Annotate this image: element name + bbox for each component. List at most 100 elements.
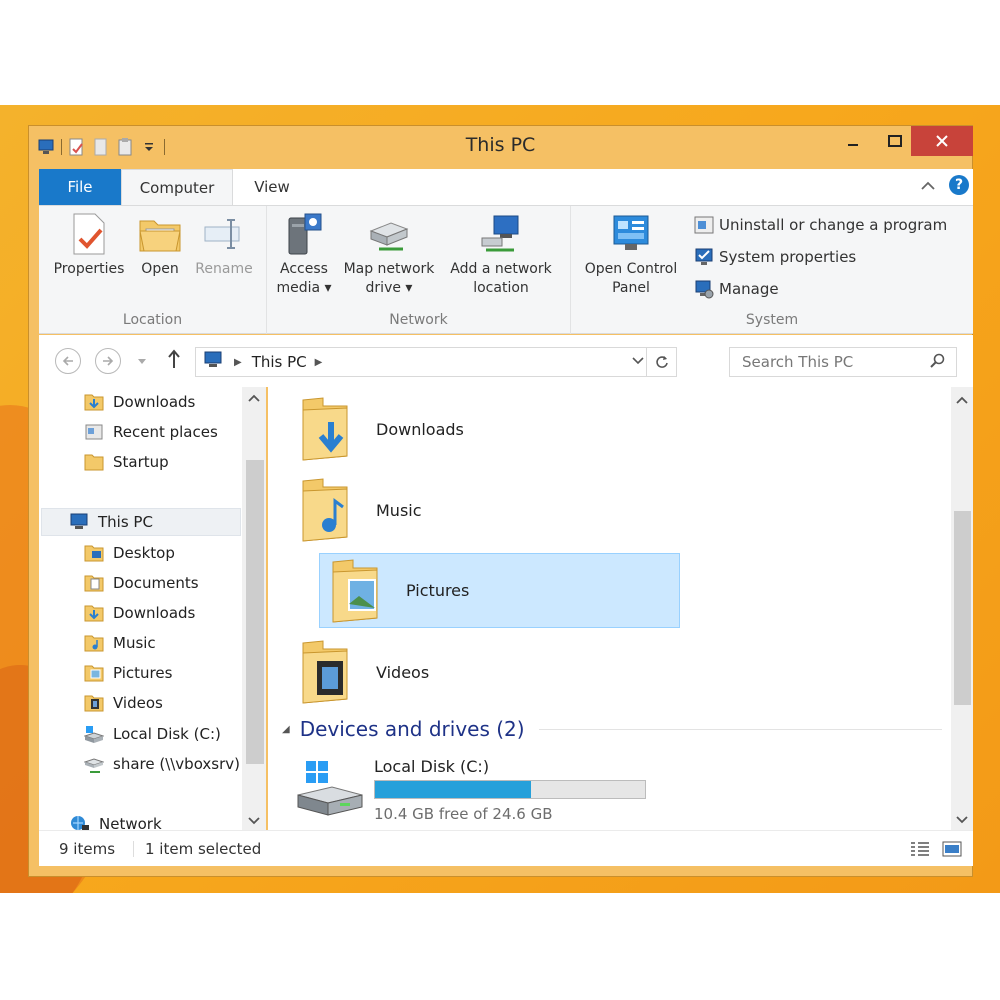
breadcrumb-this-pc[interactable]: This PC (252, 353, 307, 371)
properties-button[interactable]: Properties (49, 212, 129, 279)
nav-item-local-disk[interactable]: Local Disk (C:) (83, 720, 221, 748)
ribbon-controls: ? (921, 175, 969, 195)
properties-label: Properties (53, 261, 125, 277)
nav-item-startup[interactable]: Startup (83, 448, 169, 476)
nav-item-label: Downloads (113, 393, 196, 411)
folder-label: Music (376, 500, 422, 520)
close-button[interactable] (911, 126, 973, 156)
map-network-drive-button[interactable]: Map network drive ▾ (339, 212, 439, 298)
forward-arrow-icon (103, 356, 114, 366)
hard-drive-icon (294, 759, 366, 819)
system-properties-label: System properties (719, 248, 857, 266)
collapse-ribbon-icon[interactable] (921, 176, 935, 195)
up-button[interactable] (167, 349, 181, 373)
address-box[interactable]: ▶ This PC ▶ (195, 347, 677, 377)
nav-item-label: Recent places (113, 423, 218, 441)
nav-item-recent-places[interactable]: Recent places (83, 418, 218, 446)
nav-item-downloads-pc[interactable]: Downloads (83, 599, 195, 627)
ribbon-group-location: Properties Open Rename Location (39, 206, 267, 334)
downloads-folder-icon (83, 602, 105, 624)
content-pane: Downloads Music Pictures Videos ◢ Device… (268, 387, 973, 830)
search-input[interactable] (742, 353, 922, 371)
nav-item-videos[interactable]: Videos (83, 689, 163, 717)
minimize-button[interactable] (833, 126, 873, 156)
group-label-system: System (745, 312, 799, 328)
navigation-pane: Downloads Recent places Startup This PC … (39, 387, 266, 830)
computer-icon (68, 511, 90, 533)
tab-view[interactable]: View (235, 169, 309, 205)
content-scrollbar[interactable] (951, 387, 973, 830)
address-toolbar: ▶ This PC ▶ (39, 335, 973, 387)
details-view-icon[interactable] (909, 839, 931, 859)
access-media-button[interactable]: Access media ▾ (273, 212, 335, 298)
scrollbar-thumb[interactable] (246, 460, 264, 764)
nav-item-this-pc[interactable]: This PC (41, 508, 241, 536)
recent-locations-dropdown[interactable] (137, 351, 147, 370)
control-panel-label-2: Panel (612, 280, 650, 296)
system-properties-button[interactable]: System properties (693, 246, 856, 268)
open-button[interactable]: Open (131, 212, 189, 279)
large-icons-view-icon[interactable] (941, 839, 963, 859)
nav-item-label: Downloads (113, 604, 196, 622)
manage-label: Manage (719, 280, 779, 298)
ribbon-group-system: Open Control Panel Uninstall or change a… (571, 206, 973, 334)
nav-item-label: Local Disk (C:) (113, 725, 221, 743)
nav-item-documents[interactable]: Documents (83, 569, 199, 597)
map-network-drive-label-1: Map network (343, 261, 435, 277)
tab-file[interactable]: File (39, 169, 121, 205)
tab-computer[interactable]: Computer (121, 169, 233, 205)
scroll-up-icon[interactable] (248, 391, 260, 405)
recent-places-icon (83, 421, 105, 443)
nav-item-music[interactable]: Music (83, 629, 156, 657)
forward-button[interactable] (95, 348, 121, 374)
maximize-button[interactable] (875, 126, 915, 156)
refresh-button[interactable] (646, 348, 676, 376)
maximize-icon (888, 135, 902, 147)
control-panel-icon (609, 212, 653, 256)
rename-button[interactable]: Rename (191, 212, 257, 279)
folder-item-videos[interactable]: Videos (290, 634, 650, 710)
status-item-count: 9 items (59, 840, 116, 858)
nav-item-pictures[interactable]: Pictures (83, 659, 172, 687)
navigation-scrollbar[interactable] (242, 387, 266, 830)
close-icon (936, 135, 948, 147)
folder-label: Pictures (406, 581, 470, 600)
nav-item-label: This PC (98, 513, 153, 531)
folder-item-music[interactable]: Music (290, 472, 650, 548)
scroll-up-icon[interactable] (956, 393, 968, 407)
nav-item-desktop[interactable]: Desktop (83, 539, 175, 567)
group-label-location: Location (122, 312, 183, 328)
drive-usage-fill (375, 781, 531, 798)
nav-item-network[interactable]: Network (69, 810, 162, 830)
devices-section-header[interactable]: ◢ Devices and drives (2) (282, 714, 942, 744)
nav-item-downloads[interactable]: Downloads (83, 388, 195, 416)
folder-item-pictures[interactable]: Pictures (319, 553, 680, 628)
network-location-icon (479, 212, 523, 256)
scroll-down-icon[interactable] (248, 814, 260, 828)
drive-item-local-disk[interactable]: Local Disk (C:) 10.4 GB free of 24.6 GB (290, 753, 690, 823)
breadcrumb-separator-icon[interactable]: ▶ (234, 357, 242, 368)
network-drive-icon (367, 212, 411, 256)
uninstall-program-button[interactable]: Uninstall or change a program (693, 214, 947, 236)
ribbon-group-network: Access media ▾ Map network drive ▾ Add a… (267, 206, 571, 334)
help-icon[interactable]: ? (949, 175, 969, 195)
title-bar[interactable]: This PC (29, 126, 973, 168)
videos-folder-icon (294, 637, 358, 707)
drive-free-space: 10.4 GB free of 24.6 GB (374, 805, 553, 823)
address-dropdown[interactable] (632, 354, 644, 368)
uninstall-label: Uninstall or change a program (719, 216, 948, 234)
scrollbar-thumb[interactable] (954, 511, 971, 705)
search-box[interactable] (729, 347, 957, 377)
status-bar: 9 items 1 item selected (39, 830, 973, 866)
search-icon[interactable] (930, 353, 946, 373)
group-label-network: Network (389, 312, 448, 328)
add-network-location-button[interactable]: Add a network location (443, 212, 559, 298)
breadcrumb-separator-icon[interactable]: ▶ (315, 357, 323, 368)
manage-button[interactable]: Manage (693, 278, 779, 300)
back-button[interactable] (55, 348, 81, 374)
collapse-section-icon[interactable]: ◢ (282, 724, 290, 735)
open-control-panel-button[interactable]: Open Control Panel (577, 212, 685, 298)
scroll-down-icon[interactable] (956, 813, 968, 827)
nav-item-share[interactable]: share (\\vboxsrv) (83, 750, 240, 778)
folder-item-downloads[interactable]: Downloads (290, 391, 650, 467)
